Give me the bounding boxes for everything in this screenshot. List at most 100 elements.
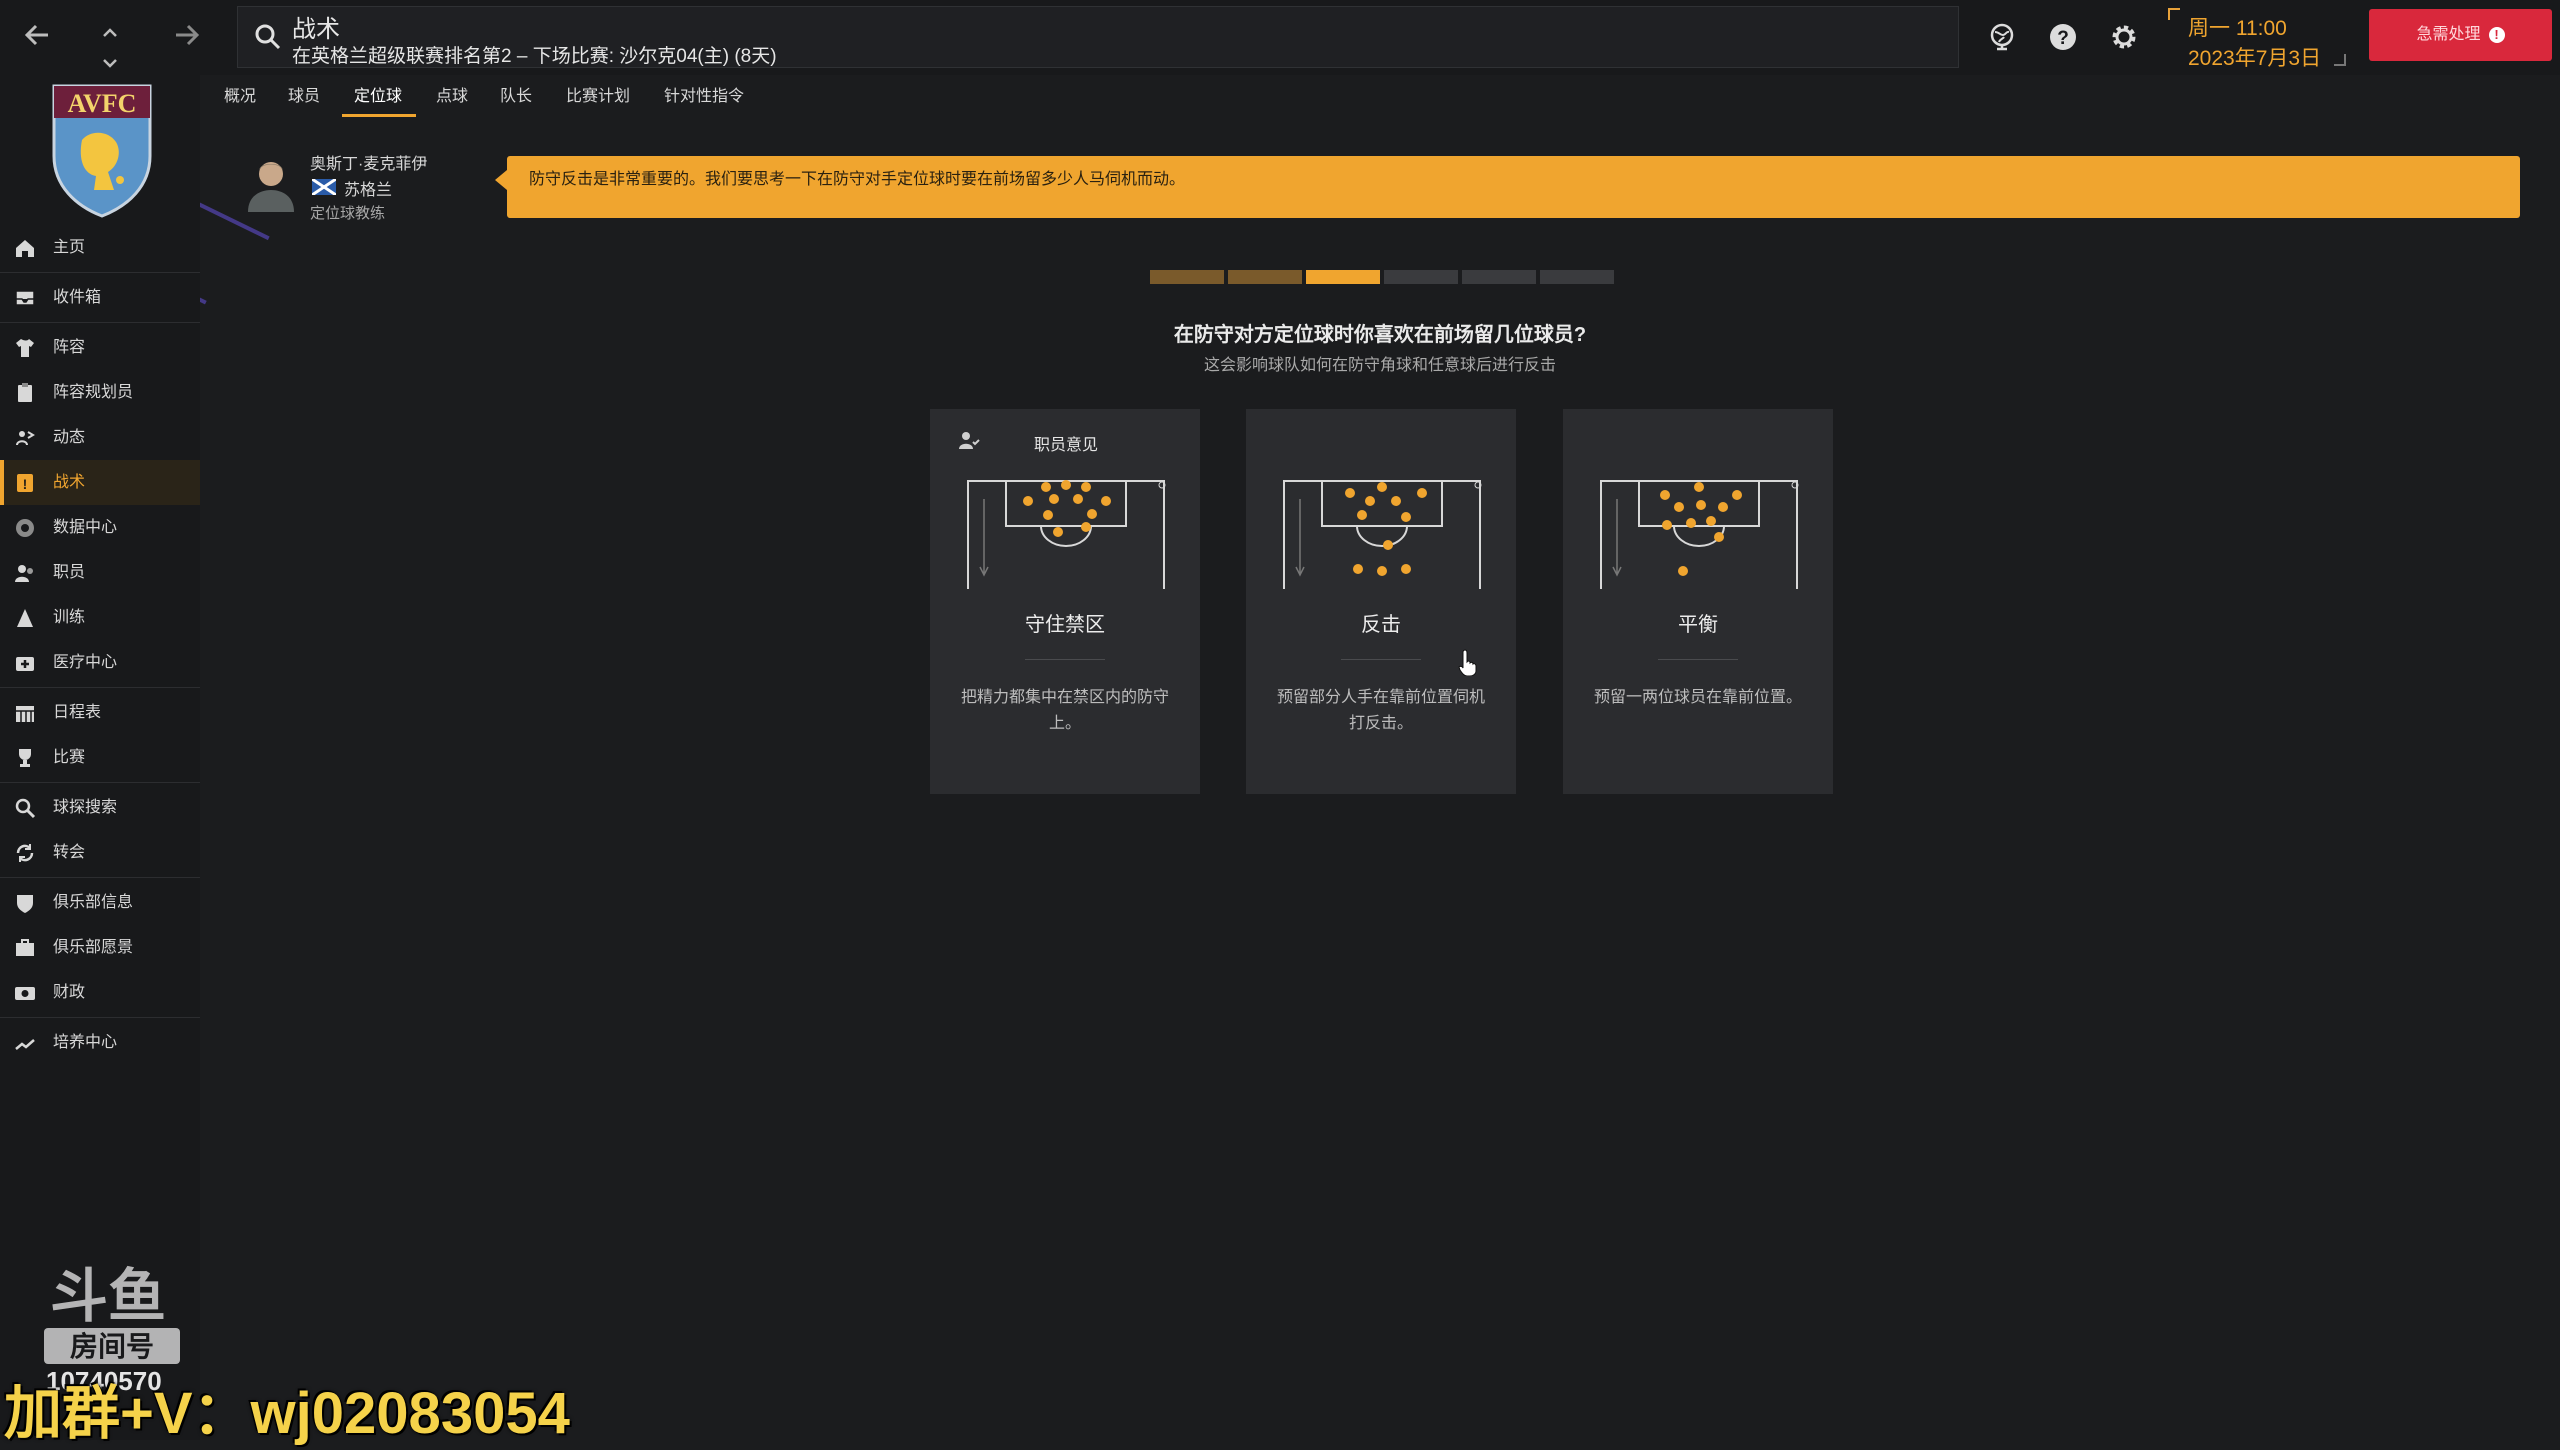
urgent-action-button[interactable]: 急需处理!: [2369, 9, 2552, 61]
coach-advice-bubble: 防守反击是非常重要的。我们要思考一下在防守对手定位球时要在前场留多少人马伺机而动…: [495, 156, 2520, 218]
tab-penalties[interactable]: 点球: [436, 82, 468, 106]
home-icon: [16, 240, 34, 257]
search-icon: [255, 24, 281, 50]
globe-icon[interactable]: [1985, 20, 2019, 54]
sidebar-item-label: 培养中心: [53, 1034, 118, 1051]
sidebar-item-finances[interactable]: 财政: [0, 970, 200, 1015]
back-button[interactable]: [20, 20, 54, 56]
club-crest[interactable]: AVFC: [50, 80, 154, 220]
option-title: 守住禁区: [1025, 614, 1105, 636]
sidebar-item-label: 战术: [53, 474, 86, 491]
forward-button[interactable]: [170, 20, 204, 56]
option-card-counter[interactable]: 反击 预留部分人手在靠前位置伺机打反击。: [1246, 409, 1516, 794]
question-title: 在防守对方定位球时你喜欢在前场留几位球员?: [1173, 324, 1587, 346]
option-card-hold-box[interactable]: 职员意见 守住禁区 把精力都集中在禁区内的防守上。: [930, 409, 1200, 794]
sidebar-item-label: 阵容规划员: [53, 384, 134, 401]
tab-captains[interactable]: 队长: [500, 82, 532, 106]
stream-watermark-logo: 斗鱼 房间号: [44, 1262, 180, 1364]
sidebar-item-label: 转会: [53, 844, 86, 861]
sidebar-item-label: 俱乐部信息: [53, 894, 134, 911]
staff-icon: [15, 565, 33, 582]
question-block: 在防守对方定位球时你喜欢在前场留几位球员? 这会影响球队如何在防守角球和任意球后…: [1000, 318, 1760, 375]
inbox-icon: [15, 290, 35, 306]
data-hub-icon: [16, 519, 34, 537]
divider: [0, 877, 200, 878]
date-time: 周一 11:00: [2188, 17, 2287, 40]
sidebar-item-training[interactable]: 训练: [0, 595, 200, 640]
sidebar-item-label: 职员: [53, 564, 86, 581]
badge-label: 职员意见: [1034, 437, 1099, 454]
svg-text:房间号: 房间号: [70, 1330, 154, 1363]
flag-icon: [312, 179, 336, 195]
tab-overview[interactable]: 概况: [224, 82, 256, 106]
divider: [0, 322, 200, 323]
sidebar-item-scouting[interactable]: 球探搜索: [0, 785, 200, 830]
sidebar-item-inbox[interactable]: 收件箱: [0, 275, 200, 320]
set-piece-coach[interactable]: 奥斯丁·麦克菲伊 苏格兰 定位球教练: [240, 150, 500, 230]
sidebar-item-home[interactable]: 主页: [0, 225, 200, 270]
option-title: 平衡: [1678, 614, 1718, 636]
search-bar[interactable]: 战术 在英格兰超级联赛排名第2 – 下场比赛: 沙尔克04(主) (8天): [237, 6, 1959, 68]
gear-icon[interactable]: [2107, 20, 2141, 54]
arrow-right-icon: [176, 24, 200, 46]
sidebar-item-label: 动态: [53, 429, 86, 446]
sidebar-item-club-vision[interactable]: 俱乐部愿景: [0, 925, 200, 970]
vision-icon: [16, 939, 34, 956]
corner-decoration: [2168, 8, 2180, 20]
sidebar-item-tactics[interactable]: ! 战术: [0, 460, 200, 505]
staff-icon: [959, 432, 980, 449]
progress-step: [1150, 270, 1224, 284]
avatar: [248, 162, 294, 212]
urgent-label: 急需处理: [2416, 26, 2481, 43]
divider: [0, 782, 200, 783]
sidebar-item-label: 俱乐部愿景: [53, 939, 134, 956]
coach-name: 奥斯丁·麦克菲伊: [310, 156, 428, 173]
scroll-up-button[interactable]: [98, 12, 122, 46]
tactics-icon: !: [17, 474, 33, 492]
sidebar-item-squad-planner[interactable]: 阵容规划员: [0, 370, 200, 415]
game-date[interactable]: 周一 11:00 2023年7月3日: [2168, 8, 2346, 70]
dynamics-icon: [16, 431, 35, 446]
formation-diagram: [967, 480, 1166, 589]
crest-text: AVFC: [68, 89, 137, 118]
option-title: 反击: [1361, 614, 1401, 636]
sidebar-item-staff[interactable]: 职员: [0, 550, 200, 595]
sidebar-item-development[interactable]: 培养中心: [0, 1020, 200, 1065]
tab-players[interactable]: 球员: [288, 82, 320, 106]
shield-icon: [17, 895, 33, 913]
progress-step: [1228, 270, 1302, 284]
clipboard-icon: [18, 383, 32, 402]
option-card-balanced[interactable]: 平衡 预留一两位球员在靠前位置。: [1563, 409, 1833, 794]
svg-text:!: !: [23, 476, 28, 492]
sidebar-item-transfers[interactable]: 转会: [0, 830, 200, 875]
corner-decoration: [2334, 54, 2346, 66]
sidebar-item-medical[interactable]: 医疗中心: [0, 640, 200, 685]
finance-icon: [15, 987, 35, 1000]
formation-diagram: [1600, 480, 1799, 589]
sidebar-item-schedule[interactable]: 日程表: [0, 690, 200, 735]
chevron-down-icon: [103, 59, 117, 68]
sidebar-item-club-info[interactable]: 俱乐部信息: [0, 880, 200, 925]
tab-set-pieces[interactable]: 定位球: [354, 82, 402, 106]
tab-match-plans[interactable]: 比赛计划: [566, 82, 630, 106]
scroll-down-button[interactable]: [98, 42, 122, 76]
sidebar-item-label: 日程表: [53, 704, 102, 721]
tab-opposition-instructions[interactable]: 针对性指令: [664, 82, 744, 106]
trophy-icon: [19, 749, 31, 767]
divider: [0, 1017, 200, 1018]
sidebar-item-label: 数据中心: [53, 519, 118, 536]
sidebar-item-label: 比赛: [53, 749, 86, 766]
sidebar-item-competitions[interactable]: 比赛: [0, 735, 200, 780]
coach-role: 定位球教练: [310, 205, 386, 222]
sidebar-item-label: 收件箱: [53, 289, 102, 306]
page-title: 战术: [292, 16, 340, 43]
formation-diagram: [1283, 480, 1482, 589]
sidebar-item-label: 球探搜索: [53, 799, 118, 816]
help-icon[interactable]: ?: [2046, 20, 2080, 54]
sidebar-item-label: 财政: [53, 984, 86, 1001]
sidebar-item-data-hub[interactable]: 数据中心: [0, 505, 200, 550]
progress-step: [1384, 270, 1458, 284]
progress-step: [1462, 270, 1536, 284]
sidebar-item-squad[interactable]: 阵容: [0, 325, 200, 370]
sidebar-item-dynamics[interactable]: 动态: [0, 415, 200, 460]
